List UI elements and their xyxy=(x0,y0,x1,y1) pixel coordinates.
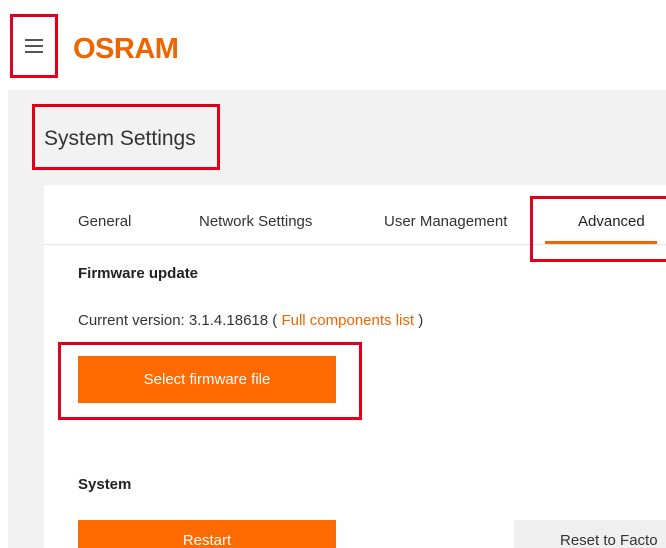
osram-logo: OSRAM xyxy=(73,33,179,65)
version-prefix: Current version: xyxy=(78,312,189,329)
current-version-line: Current version: 3.1.4.18618 ( Full comp… xyxy=(78,312,423,329)
top-bar: OSRAM xyxy=(0,0,666,88)
version-number: 3.1.4.18618 xyxy=(188,312,269,329)
restart-button[interactable]: Restart xyxy=(78,520,336,548)
tab-user-management[interactable]: User Management xyxy=(384,213,507,230)
close-paren: ) xyxy=(414,312,424,329)
menu-button[interactable] xyxy=(10,14,58,78)
firmware-section-title: Firmware update xyxy=(78,265,199,282)
open-paren: ( xyxy=(268,312,282,329)
tab-general[interactable]: General xyxy=(78,213,131,230)
system-section-title: System xyxy=(78,476,132,493)
reset-to-factory-button[interactable]: Reset to Facto xyxy=(514,520,666,548)
full-components-link[interactable]: Full components list xyxy=(281,312,414,329)
advanced-tab-highlight xyxy=(530,196,666,262)
select-firmware-button[interactable]: Select firmware file xyxy=(78,356,336,403)
hamburger-menu-icon xyxy=(25,39,43,53)
page-title: System Settings xyxy=(44,127,196,150)
tab-network-settings[interactable]: Network Settings xyxy=(199,213,312,230)
